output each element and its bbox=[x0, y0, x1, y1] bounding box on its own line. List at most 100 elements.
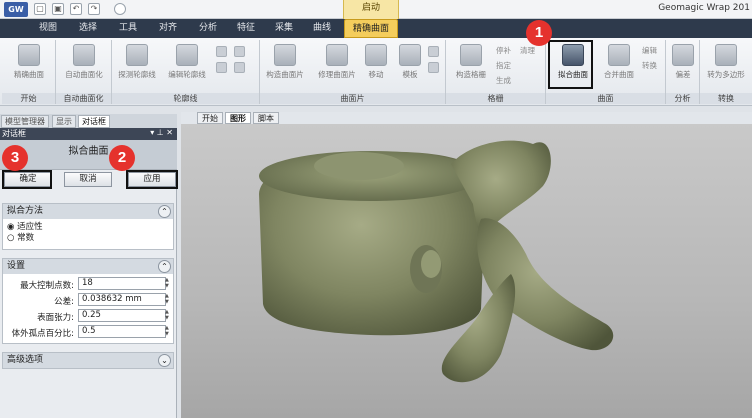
panel-close-icon[interactable]: ✕ bbox=[166, 128, 173, 137]
to-polygon-button[interactable]: 转为多边形 bbox=[703, 42, 749, 88]
template-icon bbox=[399, 44, 421, 66]
cancel-button[interactable]: 取消 bbox=[64, 172, 112, 187]
tab-display[interactable]: 显示 bbox=[52, 115, 76, 128]
outlier-percent-row: 体外孤点百分比: 0.5 ▲ ▼ bbox=[3, 324, 173, 340]
spinner-icon[interactable]: ▲ ▼ bbox=[165, 309, 172, 322]
fit-surfaces-highlight bbox=[548, 40, 593, 89]
step-badge-1: 1 bbox=[526, 20, 552, 46]
repair-patches-icon bbox=[326, 44, 348, 66]
edit-contour-icon bbox=[176, 44, 198, 66]
quick-access-dropdown[interactable] bbox=[114, 3, 126, 15]
group-start: 精确曲面 开始 bbox=[2, 40, 56, 104]
max-control-points-field[interactable]: 18 bbox=[78, 277, 166, 290]
group-contour: 探测轮廓线 编辑轮廓线 轮廓线 bbox=[112, 40, 260, 104]
to-polygon-icon bbox=[715, 44, 737, 66]
move-icon bbox=[365, 44, 387, 66]
quick-access-toolbar: ▢ ▣ ↶ ↷ bbox=[34, 3, 100, 15]
panel-dropdown-icon[interactable]: ▾ bbox=[150, 128, 154, 137]
graphics-viewport[interactable] bbox=[181, 124, 752, 418]
settings-header[interactable]: 设置 ⌃ bbox=[3, 259, 173, 274]
group-patches: 构造曲面片 修理曲面片 移动 模板 曲面片 bbox=[260, 40, 446, 104]
auto-surface-button[interactable]: 自动曲面化 bbox=[61, 42, 107, 88]
construct-patches-icon bbox=[274, 44, 296, 66]
panel-pin-icon[interactable]: ⊥ bbox=[157, 128, 164, 137]
outlier-percent-field[interactable]: 0.5 bbox=[78, 325, 166, 338]
undo-icon[interactable]: ↶ bbox=[70, 3, 82, 15]
spinner-icon[interactable]: ▲ ▼ bbox=[165, 277, 172, 290]
specify-label[interactable]: 指定 bbox=[496, 60, 511, 71]
group-analysis: 偏差 分析 bbox=[666, 40, 700, 104]
tab-model-manager[interactable]: 模型管理器 bbox=[1, 115, 49, 128]
tab-curves[interactable]: 曲线 bbox=[304, 19, 340, 38]
patch-delete-icon[interactable] bbox=[428, 62, 439, 73]
generate-label[interactable]: 生成 bbox=[496, 75, 511, 86]
move-button[interactable]: 移动 bbox=[358, 42, 394, 88]
tab-tools[interactable]: 工具 bbox=[110, 19, 146, 38]
convert-label[interactable]: 转换 bbox=[642, 60, 657, 71]
edit-label[interactable]: 编辑 bbox=[642, 45, 657, 56]
panel-controls: ▾ ⊥ ✕ bbox=[150, 128, 173, 137]
exact-surface-icon bbox=[18, 44, 40, 66]
surface-tension-row: 表面张力: 0.25 ▲ ▼ bbox=[3, 308, 173, 324]
settings-section: 设置 ⌃ 最大控制点数: 18 ▲ ▼ 公差: 0.038632 mm ▲ ▼ 表面… bbox=[2, 258, 174, 344]
contour-cross-icon[interactable] bbox=[234, 62, 245, 73]
deviation-icon bbox=[672, 44, 694, 66]
group-auto-surface: 自动曲面化 自动曲面化 bbox=[56, 40, 112, 104]
collapse-icon[interactable]: ⌃ bbox=[158, 205, 171, 218]
expand-icon[interactable]: ⌄ bbox=[158, 354, 171, 367]
tolerance-field[interactable]: 0.038632 mm bbox=[78, 293, 166, 306]
title-bar: GW ▢ ▣ ↶ ↷ 启动 Geomagic Wrap 201 bbox=[0, 0, 752, 19]
max-control-points-row: 最大控制点数: 18 ▲ ▼ bbox=[3, 276, 173, 292]
fit-method-header[interactable]: 拟合方法 ⌃ bbox=[3, 204, 173, 219]
tab-features[interactable]: 特征 bbox=[228, 19, 264, 38]
detect-contour-button[interactable]: 探测轮廓线 bbox=[114, 42, 160, 88]
construct-grid-button[interactable]: 构造格栅 bbox=[448, 42, 494, 88]
tab-align[interactable]: 对齐 bbox=[150, 19, 186, 38]
tab-analysis[interactable]: 分析 bbox=[190, 19, 226, 38]
auto-surface-icon bbox=[73, 44, 95, 66]
tab-select[interactable]: 选择 bbox=[70, 19, 106, 38]
tab-viewport-graphics[interactable]: 图形 bbox=[225, 112, 251, 124]
contour-delete-icon[interactable] bbox=[234, 46, 245, 57]
collapse-icon[interactable]: ⌃ bbox=[158, 260, 171, 273]
apply-button-highlight bbox=[126, 170, 178, 189]
detect-contour-icon bbox=[126, 44, 148, 66]
exact-surface-button[interactable]: 精确曲面 bbox=[6, 42, 52, 88]
radio-adaptive[interactable]: ◉ 适应性 bbox=[3, 222, 173, 233]
merge-surfaces-icon bbox=[608, 44, 630, 66]
surface-tension-field[interactable]: 0.25 bbox=[78, 309, 166, 322]
construct-patches-button[interactable]: 构造曲面片 bbox=[262, 42, 308, 88]
panel-tabs: 模型管理器 显示 对话框 bbox=[0, 114, 177, 128]
spinner-icon[interactable]: ▲ ▼ bbox=[165, 325, 172, 338]
repair-patches-button[interactable]: 修理曲面片 bbox=[314, 42, 360, 88]
tab-exact-surfacing[interactable]: 精确曲面 bbox=[344, 19, 398, 38]
construct-grid-icon bbox=[460, 44, 482, 66]
merge-surfaces-button[interactable]: 合并曲面 bbox=[596, 42, 642, 88]
tab-view[interactable]: 视图 bbox=[30, 19, 66, 38]
save-icon[interactable]: ▣ bbox=[52, 3, 64, 15]
tab-viewport-script[interactable]: 脚本 bbox=[253, 112, 279, 124]
ribbon: 精确曲面 开始 自动曲面化 自动曲面化 探测轮廓线 编辑轮廓线 轮廓线 构造曲面… bbox=[0, 38, 752, 106]
context-tab-label: 启动 bbox=[343, 0, 399, 19]
patch-tool-icon[interactable] bbox=[428, 46, 439, 57]
contour-tool-icon[interactable] bbox=[216, 46, 227, 57]
vertebra-model bbox=[259, 140, 614, 383]
group-convert: 转为多边形 转换 bbox=[700, 40, 752, 104]
tab-viewport-start[interactable]: 开始 bbox=[197, 112, 223, 124]
tab-dialog[interactable]: 对话框 bbox=[78, 115, 110, 128]
spinner-icon[interactable]: ▲ ▼ bbox=[165, 293, 172, 306]
stop-label[interactable]: 停补 bbox=[496, 45, 511, 56]
redo-icon[interactable]: ↷ bbox=[88, 3, 100, 15]
tab-capture[interactable]: 采集 bbox=[266, 19, 302, 38]
new-file-icon[interactable]: ▢ bbox=[34, 3, 46, 15]
advanced-header[interactable]: 高级选项 ⌄ bbox=[3, 353, 173, 368]
contour-grid-icon[interactable] bbox=[216, 62, 227, 73]
app-logo[interactable]: GW bbox=[4, 2, 28, 17]
tolerance-row: 公差: 0.038632 mm ▲ ▼ bbox=[3, 292, 173, 308]
radio-constant[interactable]: ○ 常数 bbox=[3, 233, 173, 244]
clean-label[interactable]: 清理 bbox=[520, 45, 535, 56]
advanced-section: 高级选项 ⌄ bbox=[2, 352, 174, 369]
template-button[interactable]: 模板 bbox=[392, 42, 428, 88]
step-badge-2: 2 bbox=[109, 145, 135, 171]
edit-contour-button[interactable]: 编辑轮廓线 bbox=[164, 42, 210, 88]
